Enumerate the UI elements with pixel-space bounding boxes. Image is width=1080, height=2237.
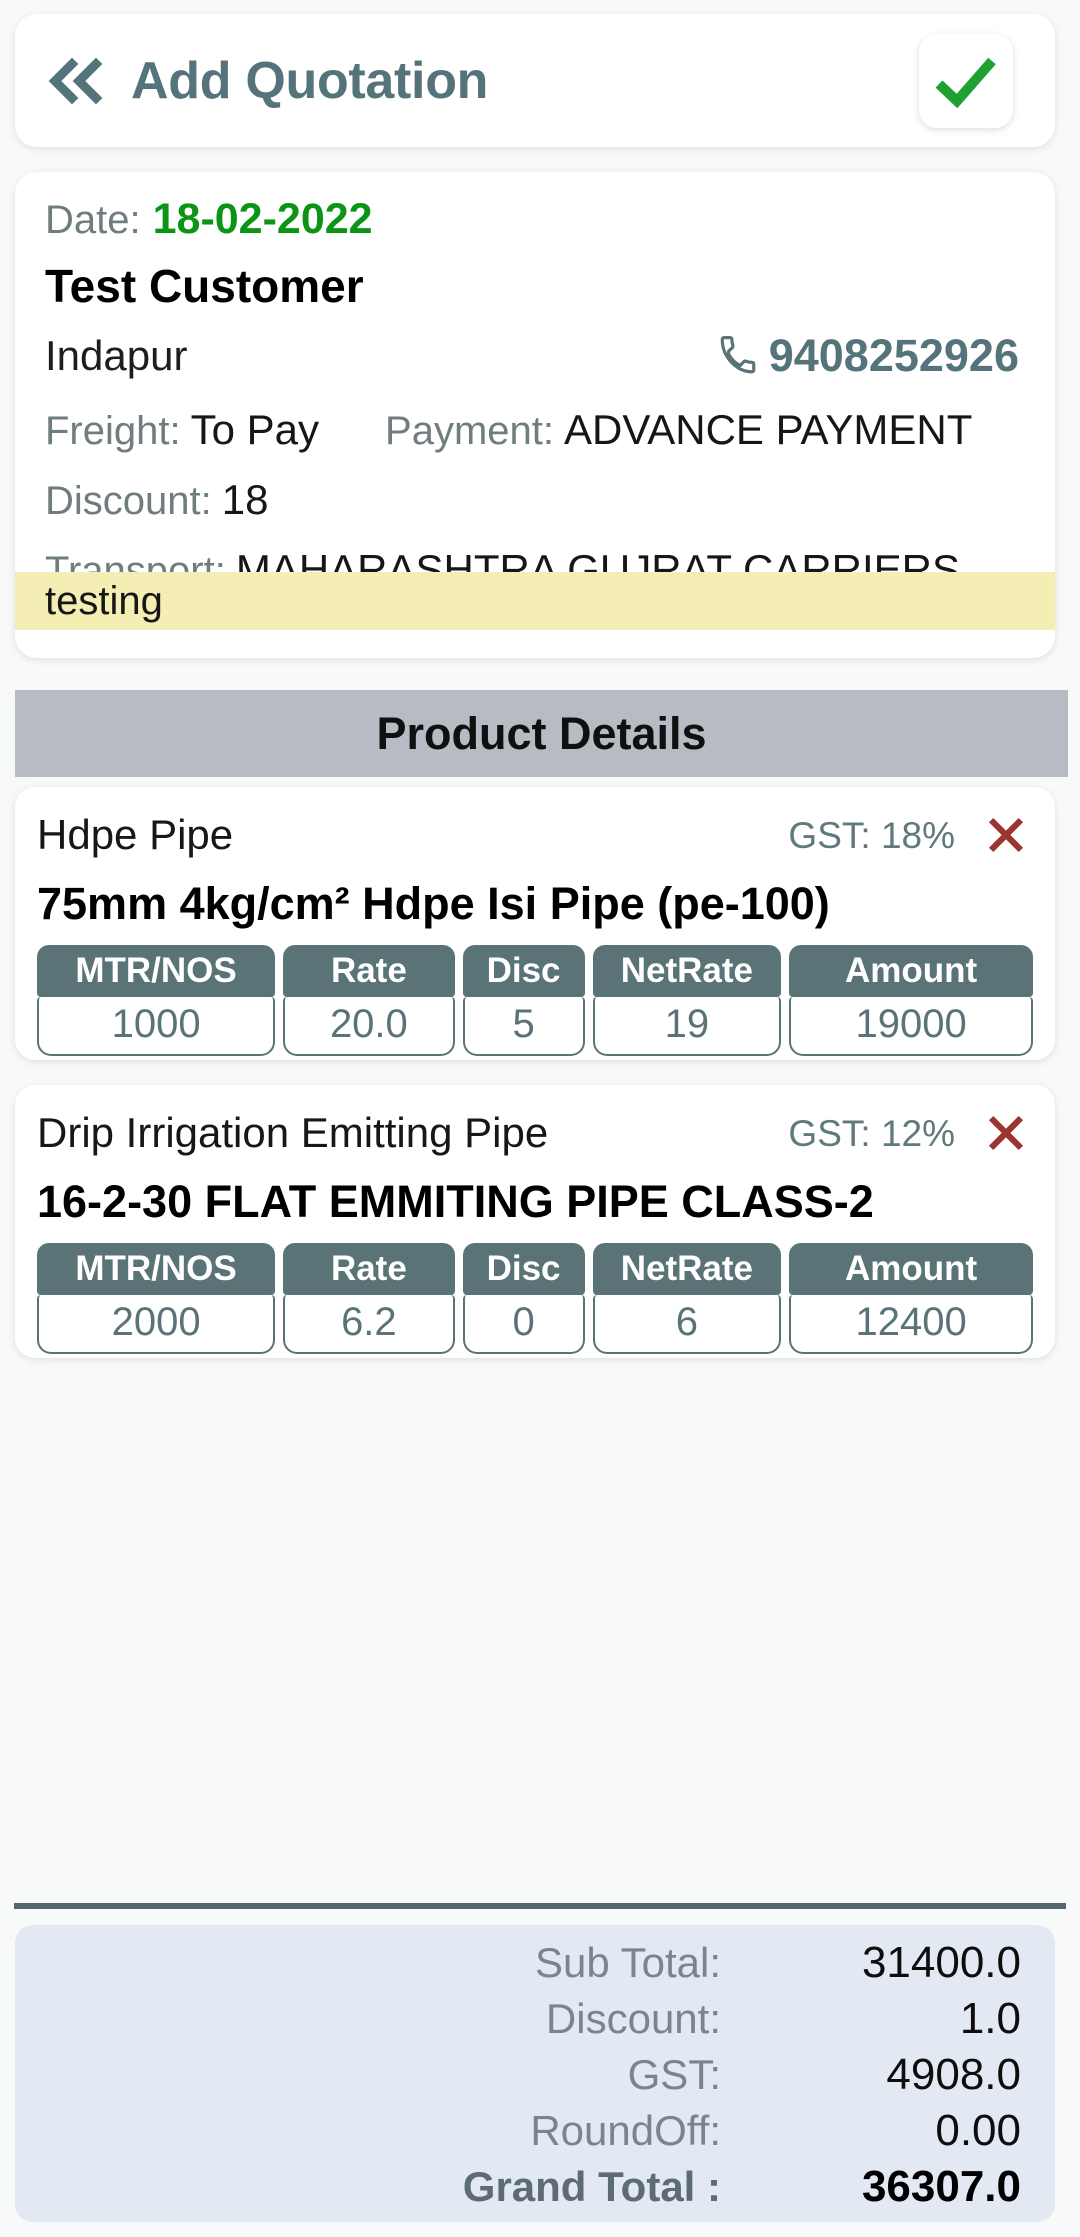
address-phone-row: Indapur 9408252926 bbox=[45, 333, 1025, 378]
back-button[interactable] bbox=[15, 14, 125, 147]
product-category: Hdpe Pipe bbox=[37, 811, 234, 858]
column-header: MTR/NOS bbox=[37, 945, 276, 997]
total-label: Discount: bbox=[545, 1995, 721, 2042]
product-value-table: MTR/NOS 1000 Rate 20.0 Disc 5 NetRate 19… bbox=[37, 945, 1033, 1056]
table-column-amount: Amount 12400 bbox=[789, 1243, 1033, 1354]
note-strip: testing bbox=[15, 572, 1055, 630]
column-value[interactable]: 20.0 bbox=[283, 997, 455, 1056]
total-row-roundoff: RoundOff: 0.00 bbox=[15, 2109, 1021, 2165]
column-value[interactable]: 19 bbox=[592, 997, 782, 1056]
confirm-button[interactable] bbox=[919, 34, 1013, 128]
grand-total-value: 36307.0 bbox=[861, 2162, 1021, 2211]
grand-total-label: Grand Total : bbox=[462, 2163, 721, 2210]
total-label: RoundOff: bbox=[530, 2107, 721, 2154]
note-text: testing bbox=[45, 579, 163, 623]
column-header: Rate bbox=[283, 945, 455, 997]
product-name: 75mm 4kg/cm² Hdpe Isi Pipe (pe-100) bbox=[37, 878, 830, 929]
date-row: Date: 18-02-2022 bbox=[45, 198, 1025, 241]
quotation-screen: Add Quotation Date: 18-02-2022 Test Cust… bbox=[0, 0, 1080, 2237]
payment-value: ADVANCE PAYMENT bbox=[563, 406, 973, 453]
product-header: Drip Irrigation Emitting Pipe GST: 12% bbox=[37, 1107, 1033, 1159]
column-header: Amount bbox=[789, 1243, 1033, 1295]
product-gst: GST: 12% bbox=[788, 1112, 955, 1154]
date-label: Date: bbox=[45, 198, 141, 242]
column-header: MTR/NOS bbox=[37, 1243, 276, 1295]
table-column-rate: Rate 6.2 bbox=[283, 1243, 455, 1354]
product-details-header: Product Details bbox=[15, 690, 1068, 777]
total-row-subtotal: Sub Total: 31400.0 bbox=[15, 1941, 1021, 1997]
customer-phone: 9408252926 bbox=[768, 330, 1019, 381]
date-value: 18-02-2022 bbox=[152, 195, 373, 243]
product-details-title: Product Details bbox=[376, 708, 707, 759]
product-value-table: MTR/NOS 2000 Rate 6.2 Disc 0 NetRate 6 A… bbox=[37, 1243, 1033, 1354]
total-row-gst: GST: 4908.0 bbox=[15, 2053, 1021, 2109]
total-row-discount: Discount: 1.0 bbox=[15, 1997, 1021, 2053]
total-value: 0.00 bbox=[935, 2106, 1021, 2155]
column-value[interactable]: 2000 bbox=[37, 1295, 276, 1354]
phone-icon bbox=[720, 335, 756, 373]
discount-label: Discount: bbox=[45, 479, 212, 523]
column-header: Disc bbox=[462, 945, 585, 997]
table-column-mtrnos: MTR/NOS 2000 bbox=[37, 1243, 276, 1354]
product-header-right: GST: 18% bbox=[788, 811, 1033, 859]
page-title: Add Quotation bbox=[131, 51, 489, 110]
freight-label: Freight: bbox=[45, 409, 181, 453]
product-row[interactable]: Hdpe Pipe GST: 18% 75mm 4kg/cm² Hdpe Isi… bbox=[15, 787, 1055, 1060]
freight-value: To Pay bbox=[190, 406, 320, 453]
product-row[interactable]: Drip Irrigation Emitting Pipe GST: 12% 1… bbox=[15, 1085, 1055, 1358]
total-label: GST: bbox=[627, 2051, 721, 2098]
column-value[interactable]: 5 bbox=[462, 997, 585, 1056]
discount-value: 18 bbox=[221, 476, 269, 523]
table-column-netrate: NetRate 19 bbox=[592, 945, 782, 1056]
customer-address: Indapur bbox=[45, 331, 188, 379]
close-x-icon[interactable] bbox=[985, 1109, 1033, 1157]
table-column-disc: Disc 5 bbox=[462, 945, 585, 1056]
column-header: Disc bbox=[462, 1243, 585, 1295]
totals-divider bbox=[14, 1903, 1066, 1909]
table-column-amount: Amount 19000 bbox=[789, 945, 1033, 1056]
table-column-rate: Rate 20.0 bbox=[283, 945, 455, 1056]
column-value[interactable]: 1000 bbox=[37, 997, 276, 1056]
product-header-right: GST: 12% bbox=[788, 1109, 1033, 1157]
double-chevron-left-icon bbox=[48, 57, 103, 104]
product-name: 16-2-30 FLAT EMMITING PIPE CLASS-2 bbox=[37, 1176, 874, 1227]
column-value[interactable]: 6.2 bbox=[283, 1295, 455, 1354]
table-column-netrate: NetRate 6 bbox=[592, 1243, 782, 1354]
payment-label: Payment: bbox=[385, 409, 554, 453]
product-category: Drip Irrigation Emitting Pipe bbox=[37, 1109, 549, 1156]
column-value[interactable]: 6 bbox=[592, 1295, 782, 1354]
column-header: NetRate bbox=[592, 945, 782, 997]
total-value: 31400.0 bbox=[861, 1938, 1021, 1987]
total-label: Sub Total: bbox=[534, 1939, 721, 1986]
column-header: Amount bbox=[789, 945, 1033, 997]
column-value[interactable]: 19000 bbox=[789, 997, 1033, 1056]
product-gst: GST: 18% bbox=[788, 814, 955, 856]
column-value[interactable]: 12400 bbox=[789, 1295, 1033, 1354]
product-header: Hdpe Pipe GST: 18% bbox=[37, 809, 1033, 861]
phone-block[interactable]: 9408252926 bbox=[717, 333, 1025, 378]
freight-payment-row: Freight: To Pay Payment: ADVANCE PAYMENT bbox=[45, 406, 1025, 454]
table-column-mtrnos: MTR/NOS 1000 bbox=[37, 945, 276, 1056]
total-value: 4908.0 bbox=[886, 2050, 1021, 2099]
column-value[interactable]: 0 bbox=[462, 1295, 585, 1354]
app-bar: Add Quotation bbox=[15, 14, 1055, 147]
table-column-disc: Disc 0 bbox=[462, 1243, 585, 1354]
totals-panel: Sub Total: 31400.0 Discount: 1.0 GST: 49… bbox=[15, 1925, 1055, 2222]
customer-name: Test Customer bbox=[45, 260, 364, 312]
discount-row: Discount: 18 bbox=[45, 476, 1025, 524]
customer-details-card[interactable]: Date: 18-02-2022 Test Customer Indapur 9… bbox=[15, 172, 1055, 658]
column-header: NetRate bbox=[592, 1243, 782, 1295]
column-header: Rate bbox=[283, 1243, 455, 1295]
total-value: 1.0 bbox=[959, 1994, 1021, 2043]
check-icon bbox=[935, 57, 996, 109]
total-row-grand: Grand Total : 36307.0 bbox=[15, 2165, 1021, 2221]
close-x-icon[interactable] bbox=[985, 811, 1033, 859]
